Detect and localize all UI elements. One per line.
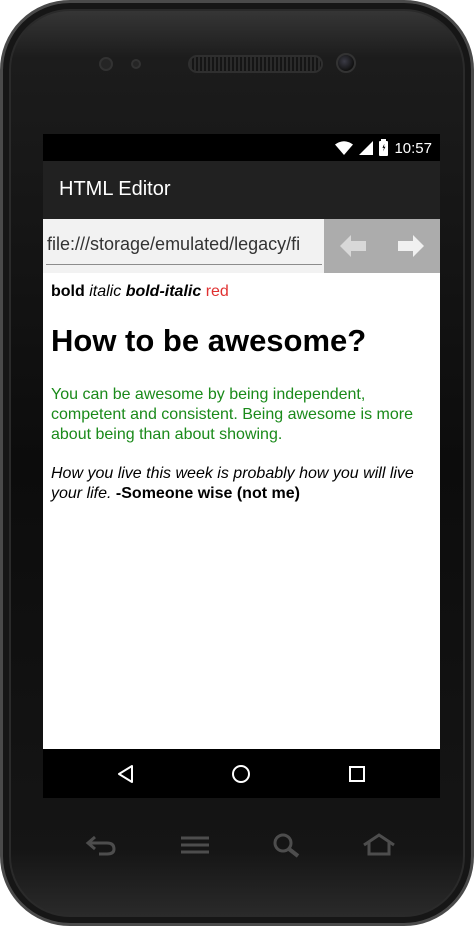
system-navigation-bar <box>43 749 440 798</box>
wifi-icon <box>335 141 354 155</box>
bold-text: bold <box>51 283 85 300</box>
app-title: HTML Editor <box>59 178 171 200</box>
home-key-icon <box>363 833 395 856</box>
system-home-button[interactable] <box>211 749 271 798</box>
system-recents-button[interactable] <box>327 749 387 798</box>
url-input[interactable] <box>46 225 322 265</box>
menu-key-icon <box>181 836 209 854</box>
phone-frame: 10:57 HTML Editor file:///storage/emulat… <box>0 0 474 926</box>
search-key-icon <box>273 833 300 858</box>
action-bar: HTML Editor <box>43 161 440 219</box>
hardware-home-key[interactable] <box>357 823 401 867</box>
status-time: 10:57 <box>394 139 432 157</box>
quote-author: -Someone wise (not me) <box>115 485 300 502</box>
hardware-keys <box>3 823 474 867</box>
page-heading: How to be awesome? <box>51 323 367 358</box>
hardware-menu-key[interactable] <box>173 823 217 867</box>
triangle-back-icon <box>118 764 133 783</box>
arrow-left-icon <box>340 235 366 257</box>
url-bar <box>43 219 440 273</box>
light-sensor <box>131 59 141 69</box>
status-bar: 10:57 <box>43 134 440 161</box>
back-button[interactable] <box>324 219 382 273</box>
proximity-sensor <box>99 57 113 71</box>
hardware-back-key[interactable] <box>79 823 123 867</box>
back-key-icon <box>85 835 116 856</box>
circle-home-icon <box>232 764 250 783</box>
bold-italic-text: bold-italic <box>125 283 202 300</box>
forward-button[interactable] <box>382 219 440 273</box>
system-back-button[interactable] <box>96 749 156 798</box>
square-recents-icon <box>349 765 365 782</box>
navigation-buttons <box>324 219 440 273</box>
web-content: bold italic bold-italic red How to be aw… <box>43 273 440 749</box>
signal-icon <box>359 141 374 155</box>
status-icons: 10:57 <box>335 138 432 158</box>
red-text: red <box>205 283 229 300</box>
screen: 10:57 HTML Editor file:///storage/emulat… <box>43 134 440 798</box>
quote: How you live this week is probably how y… <box>51 464 437 504</box>
arrow-right-icon <box>398 235 424 257</box>
green-paragraph: You can be awesome by being independent,… <box>51 386 413 443</box>
front-camera <box>336 53 356 73</box>
hardware-search-key[interactable] <box>265 823 309 867</box>
format-demo-line: bold italic bold-italic red <box>51 283 229 301</box>
earpiece-speaker <box>188 55 323 73</box>
italic-text: italic <box>89 283 122 300</box>
battery-charging-icon <box>379 138 389 156</box>
